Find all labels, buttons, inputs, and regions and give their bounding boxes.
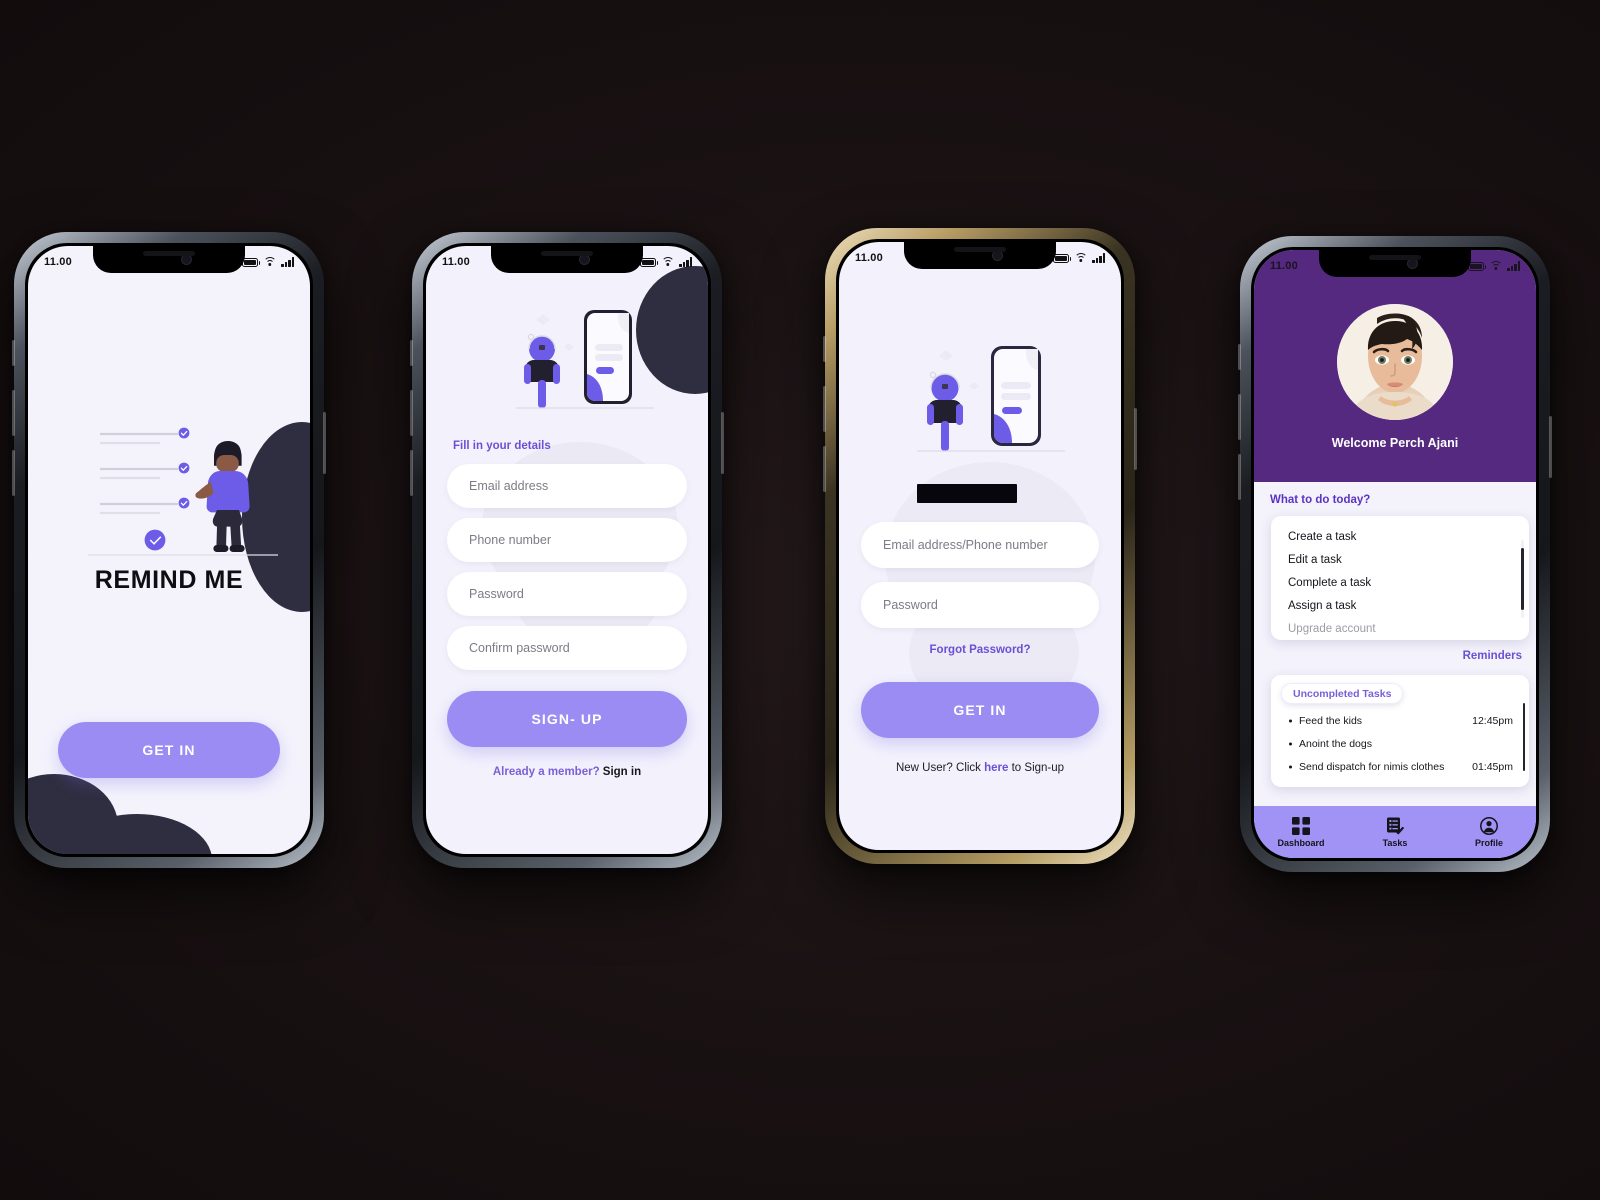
task-label: Feed the kids [1299, 715, 1363, 727]
grid-icon [1292, 816, 1310, 835]
signin-prompt: Already a member? Sign in [426, 766, 708, 778]
menu-item-complete-task[interactable]: Complete a task [1271, 571, 1529, 594]
get-in-button[interactable]: GET IN [58, 722, 280, 778]
battery-icon [1053, 254, 1072, 263]
form-section-label: Fill in your details [453, 440, 551, 452]
tasks-scrollbar-thumb[interactable] [1522, 703, 1525, 771]
password-field[interactable]: Password [447, 572, 687, 616]
nav-item-tasks[interactable]: Tasks [1348, 817, 1442, 848]
screen-splash: 11.00 REMIND ME GET IN [28, 246, 310, 854]
task-row[interactable]: Anoint the dogs [1271, 738, 1529, 750]
notch [491, 246, 643, 273]
menu-item-assign-task[interactable]: Assign a task [1271, 594, 1529, 617]
signal-icon [1507, 261, 1520, 271]
status-time: 11.00 [44, 256, 72, 268]
wifi-icon [263, 257, 277, 267]
password-field[interactable]: Password [861, 582, 1099, 628]
menu-item-upgrade-account: Upgrade account [1288, 622, 1376, 635]
forgot-password-link[interactable]: Forgot Password? [839, 644, 1121, 656]
task-row[interactable]: Feed the kids 12:45pm [1271, 715, 1529, 727]
status-time: 11.00 [442, 256, 470, 268]
email-field[interactable]: Email address [447, 464, 687, 508]
signal-icon [1092, 253, 1105, 263]
phone-frame-signup: 11.00 Fill in your details Email address… [410, 232, 724, 868]
sign-in-link[interactable]: Sign in [603, 766, 641, 778]
app-title: REMIND ME [94, 566, 244, 594]
welcome-text: Welcome Perch Ajani [1331, 436, 1459, 450]
nav-item-dashboard[interactable]: Dashboard [1254, 816, 1348, 848]
uncompleted-tasks-card: Uncompleted Tasks Feed the kids 12:45pm … [1271, 675, 1529, 787]
question-label: What to do today? [1270, 494, 1371, 506]
screen-signup: 11.00 Fill in your details Email address… [426, 246, 708, 854]
signal-icon [281, 257, 294, 267]
screen-signin: 11.00 Email address/Phone number Passwor… [839, 242, 1121, 850]
wifi-icon [661, 257, 675, 267]
phone-frame-splash: 11.00 REMIND ME GET IN [12, 232, 326, 868]
notch [93, 246, 245, 273]
confirm-password-field[interactable]: Confirm password [447, 626, 687, 670]
menu-item-edit-task[interactable]: Edit a task [1271, 548, 1529, 571]
signup-prompt-pre: New User? Click [895, 762, 985, 774]
signup-illustration [510, 304, 660, 414]
person-circle-icon [1480, 816, 1498, 835]
task-row[interactable]: Send dispatch for nimis clothes 01:45pm [1271, 761, 1529, 773]
battery-icon [1468, 262, 1487, 271]
phone-frame-dashboard: 11.00 Welcome Perch Ajani What to do tod… [1238, 236, 1552, 872]
wifi-icon [1489, 261, 1503, 271]
menu-item-create-task[interactable]: Create a task [1271, 525, 1529, 548]
nav-label: Dashboard [1277, 837, 1325, 848]
reminders-link[interactable]: Reminders [1463, 650, 1522, 662]
signup-here-link[interactable]: here [984, 762, 1008, 774]
signal-icon [679, 257, 692, 267]
phone-frame-signin: 11.00 Email address/Phone number Passwor… [823, 228, 1137, 864]
phone-field[interactable]: Phone number [447, 518, 687, 562]
mockup-canvas: 11.00 REMIND ME GET IN 11.00 Fill in you… [0, 0, 1600, 1200]
screen-dashboard: 11.00 Welcome Perch Ajani What to do tod… [1254, 250, 1536, 858]
battery-icon [242, 258, 261, 267]
signup-prompt-post: to Sign-up [1008, 762, 1065, 774]
bottom-nav: Dashboard Tasks Profile [1254, 806, 1536, 858]
signup-prompt: New User? Click here to Sign-up [839, 762, 1121, 774]
avatar[interactable] [1337, 304, 1453, 420]
wifi-icon [1074, 253, 1088, 263]
redacted-bar [917, 484, 1017, 503]
nav-label: Tasks [1382, 837, 1408, 848]
action-menu-card: Create a task Edit a task Complete a tas… [1271, 516, 1529, 640]
checklist-icon [1387, 817, 1404, 834]
bullet-icon [1289, 742, 1292, 746]
bullet-icon [1289, 765, 1292, 769]
task-time: 01:45pm [1472, 761, 1513, 773]
status-badge: Uncompleted Tasks [1281, 683, 1404, 704]
splash-illustration [28, 418, 310, 578]
menu-scrollbar-thumb[interactable] [1521, 548, 1524, 610]
notch [904, 242, 1056, 269]
status-time: 11.00 [1270, 260, 1298, 272]
task-time: 12:45pm [1472, 715, 1513, 727]
nav-label: Profile [1474, 837, 1503, 848]
signin-prompt-text: Already a member? [492, 766, 603, 778]
status-time: 11.00 [855, 252, 883, 264]
task-label: Anoint the dogs [1299, 738, 1372, 750]
task-label: Send dispatch for nimis clothes [1299, 761, 1445, 773]
notch [1319, 250, 1471, 277]
sign-up-button[interactable]: SIGN- UP [447, 691, 687, 747]
bullet-icon [1289, 719, 1292, 723]
nav-item-profile[interactable]: Profile [1442, 816, 1536, 848]
signin-illustration [911, 340, 1071, 458]
email-or-phone-field[interactable]: Email address/Phone number [861, 522, 1099, 568]
get-in-button[interactable]: GET IN [861, 682, 1099, 738]
battery-icon [640, 258, 659, 267]
